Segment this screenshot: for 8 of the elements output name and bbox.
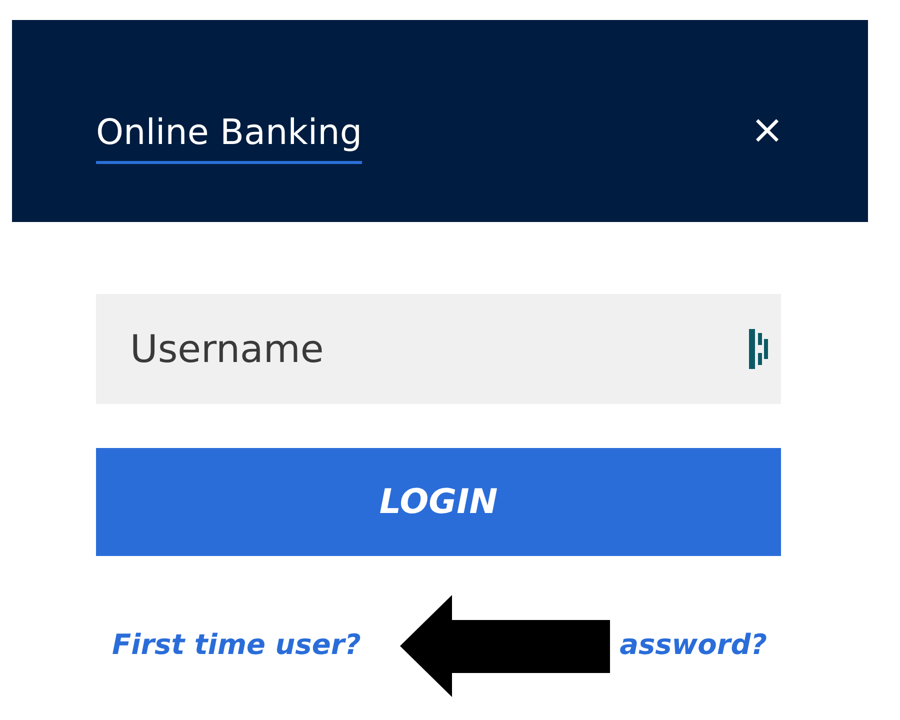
help-link[interactable]: First time user? [112, 628, 361, 661]
header-title: Online Banking [96, 114, 362, 164]
arrow-icon [400, 595, 610, 697]
help-link[interactable]: assword? [620, 628, 767, 661]
password-manager-icon[interactable] [749, 329, 769, 369]
login-button[interactable]: LOGIN [96, 448, 781, 556]
close-button[interactable]: × [750, 110, 784, 150]
username-field[interactable]: Username [96, 294, 781, 404]
